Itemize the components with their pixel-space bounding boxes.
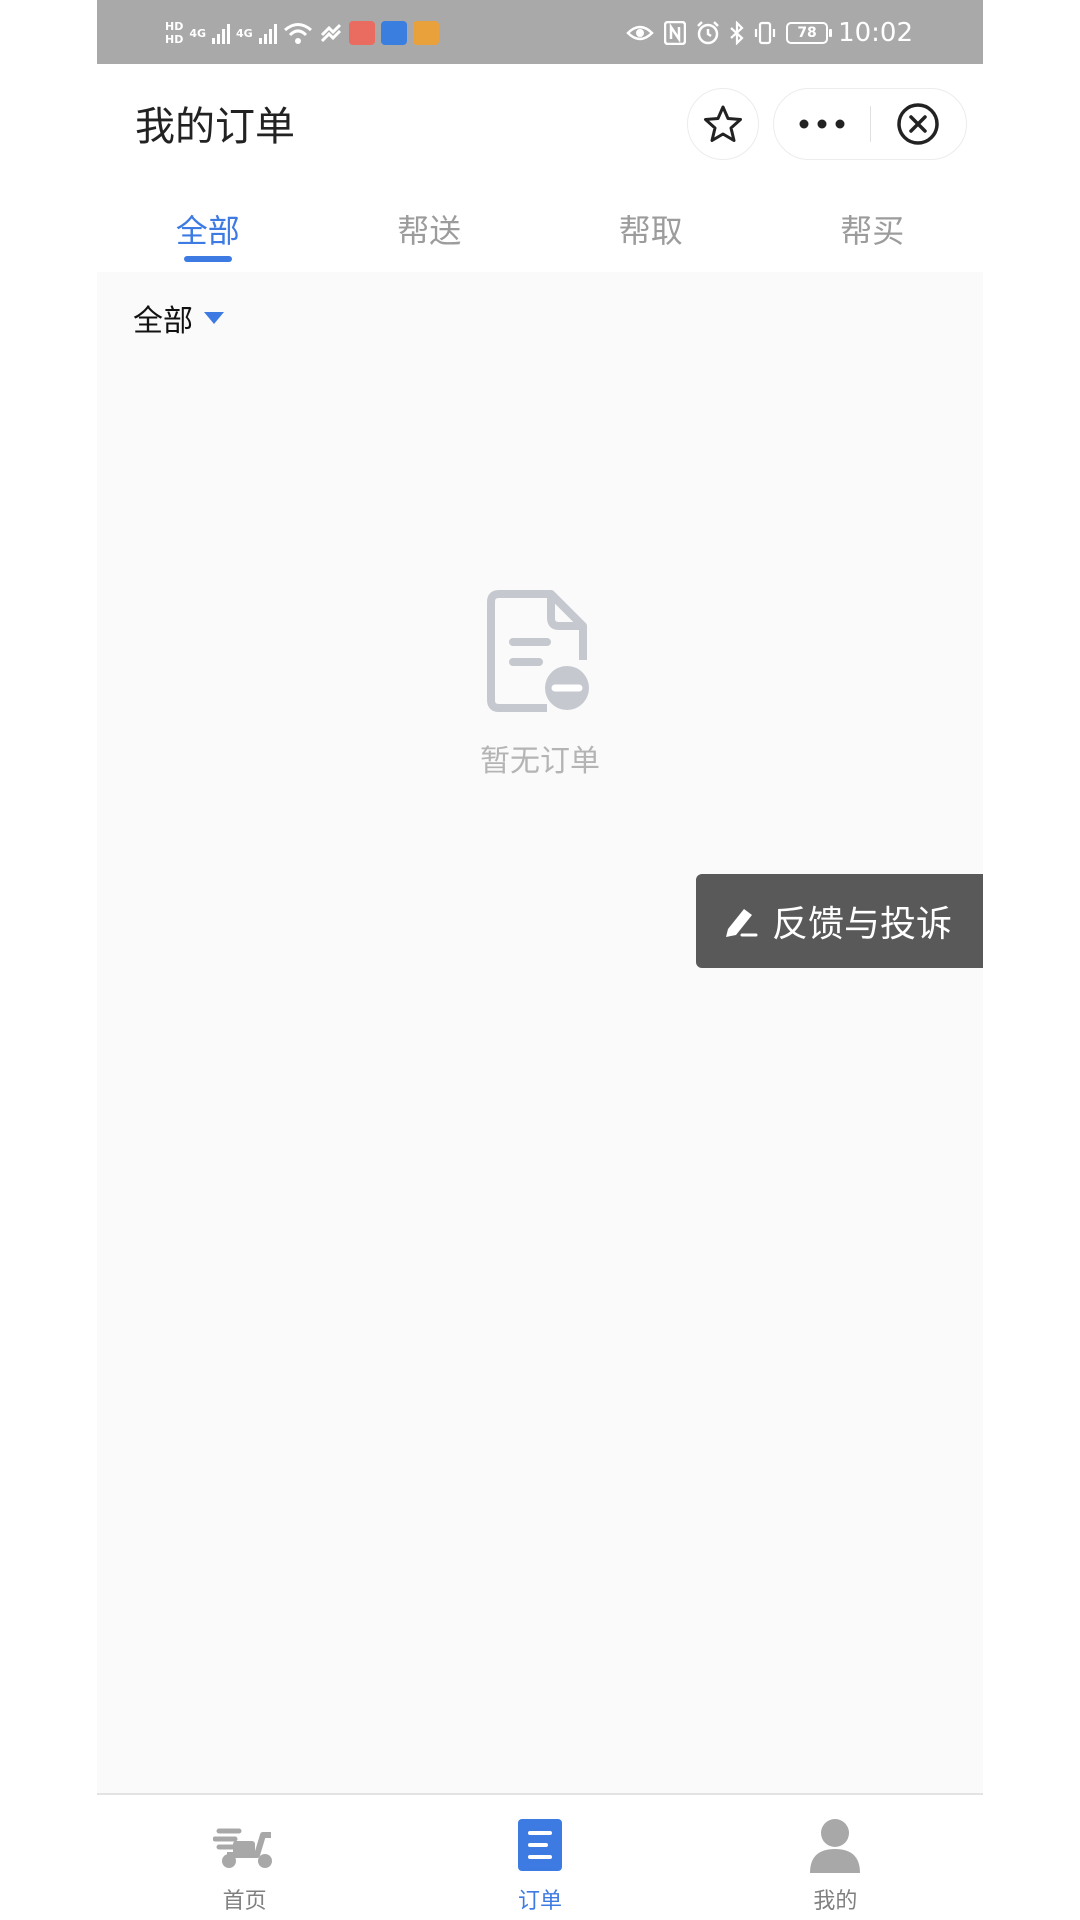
status-left: HD HD 4G 4G: [165, 18, 439, 48]
nfc-icon: [664, 21, 687, 45]
data-saver-icon: [320, 23, 341, 43]
feedback-label: 反馈与投诉: [772, 904, 953, 945]
tab-pickup[interactable]: 帮取: [540, 176, 762, 272]
close-circle-icon: [897, 103, 939, 145]
wifi-icon: [283, 23, 312, 44]
page-title: 我的订单: [135, 104, 295, 150]
status-filter-dropdown[interactable]: 全部: [133, 296, 225, 340]
status-bar: HD HD 4G 4G 78 10:02: [97, 0, 983, 64]
bluetooth-icon: [730, 21, 744, 45]
alarm-icon: [697, 21, 719, 45]
close-button[interactable]: [871, 88, 967, 160]
game-app-icon: [412, 21, 439, 45]
tab-purchase[interactable]: 帮买: [762, 176, 984, 272]
status-time: 10:02: [838, 18, 913, 48]
empty-order-icon: [487, 590, 589, 712]
edit-icon: [726, 909, 758, 937]
nav-label: 首页: [222, 1889, 267, 1914]
vibrate-icon: [754, 21, 776, 45]
nav-home[interactable]: 首页: [97, 1795, 392, 1920]
scooter-icon: [212, 1817, 277, 1873]
user-icon: [803, 1817, 867, 1873]
order-doc-icon: [508, 1817, 572, 1873]
signal-icon-b: [258, 22, 277, 44]
caret-down-icon: [204, 312, 224, 324]
bottom-navigation: 首页 订单 我的: [97, 1793, 983, 1920]
nav-label: 我的: [813, 1889, 858, 1914]
tab-label: 全部: [175, 212, 240, 250]
network-type-a: 4G: [189, 26, 207, 40]
status-right: 78 10:02: [626, 18, 913, 48]
tab-all[interactable]: 全部: [97, 176, 319, 272]
active-tab-indicator: [183, 256, 232, 262]
nav-profile[interactable]: 我的: [688, 1795, 983, 1920]
capsule-menu: [773, 88, 967, 160]
more-dots-icon: [799, 119, 845, 129]
star-icon: [704, 105, 742, 142]
eye-icon: [626, 25, 654, 41]
mail-app-icon: [348, 21, 375, 45]
more-button[interactable]: [774, 88, 870, 160]
navigation-app-icon: [380, 21, 407, 45]
nav-orders[interactable]: 订单: [392, 1795, 687, 1920]
feedback-button[interactable]: 反馈与投诉: [696, 874, 983, 968]
hd-label-2: HD: [165, 33, 184, 46]
battery-icon: 78: [786, 22, 833, 44]
favorite-button[interactable]: [687, 88, 759, 160]
empty-state-text: 暂无订单: [480, 744, 600, 779]
signal-icon-a: [212, 22, 231, 44]
tab-label: 帮买: [840, 212, 905, 250]
network-type-b: 4G: [236, 26, 253, 40]
tab-label: 帮取: [618, 212, 683, 250]
tab-delivery[interactable]: 帮送: [319, 176, 541, 272]
page-header: 我的订单: [97, 64, 983, 176]
order-type-tabs: 全部 帮送 帮取 帮买: [97, 176, 983, 272]
app-screen: HD HD 4G 4G 78 10:02 我的订单 全部 帮送 帮取 帮买 全部…: [97, 0, 983, 1920]
filter-label: 全部: [133, 304, 193, 339]
tab-label: 帮送: [397, 212, 462, 250]
hd-label-1: HD: [165, 20, 184, 33]
nav-label: 订单: [517, 1889, 562, 1914]
hd-indicator: HD HD: [165, 21, 183, 45]
